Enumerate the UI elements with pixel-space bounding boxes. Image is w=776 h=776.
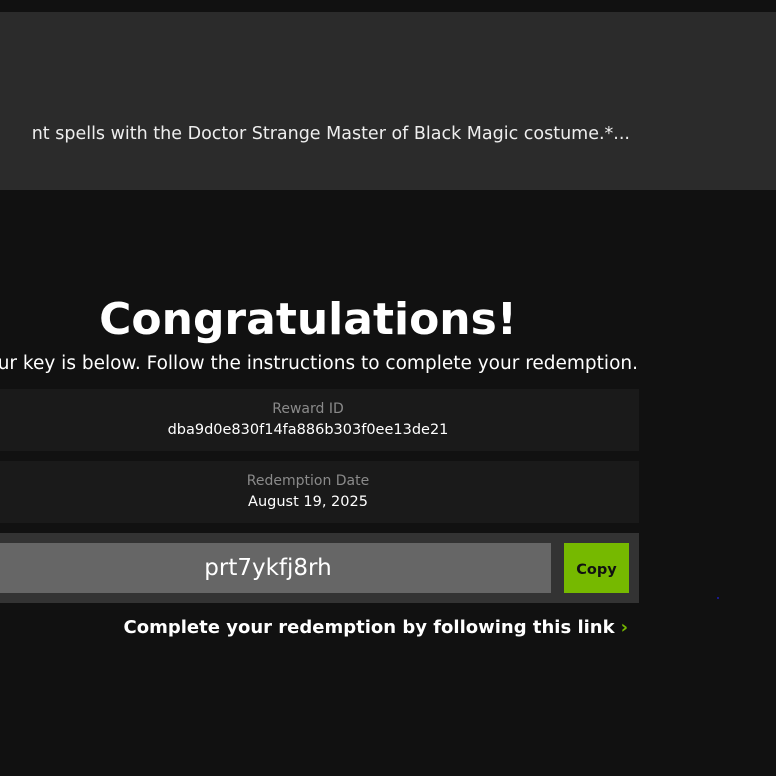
key-panel: prt7ykfj8rh Copy (0, 533, 639, 603)
redemption-date-value: August 19, 2025 (248, 494, 368, 510)
promo-banner: nt spells with the Doctor Strange Master… (0, 12, 776, 190)
redemption-link[interactable]: Complete your redemption by following th… (124, 617, 628, 638)
page-subtitle: ur key is below. Follow the instructions… (0, 353, 638, 374)
redemption-date-panel: Redemption Date August 19, 2025 (0, 461, 639, 523)
reward-id-panel: Reward ID dba9d0e830f14fa886b303f0ee13de… (0, 389, 639, 451)
banner-description: nt spells with the Doctor Strange Master… (31, 124, 630, 144)
reward-id-value: dba9d0e830f14fa886b303f0ee13de21 (167, 422, 449, 438)
page-title: Congratulations! (99, 294, 517, 345)
reward-id-label: Reward ID (272, 401, 344, 417)
chevron-right-icon[interactable]: › (621, 617, 628, 638)
copy-button[interactable]: Copy (564, 543, 629, 593)
page: nt spells with the Doctor Strange Master… (0, 0, 776, 776)
redemption-link-label[interactable]: Complete your redemption by following th… (124, 617, 615, 638)
stray-pixel (717, 597, 719, 599)
redemption-date-label: Redemption Date (246, 473, 370, 489)
key-value[interactable]: prt7ykfj8rh (0, 543, 536, 593)
